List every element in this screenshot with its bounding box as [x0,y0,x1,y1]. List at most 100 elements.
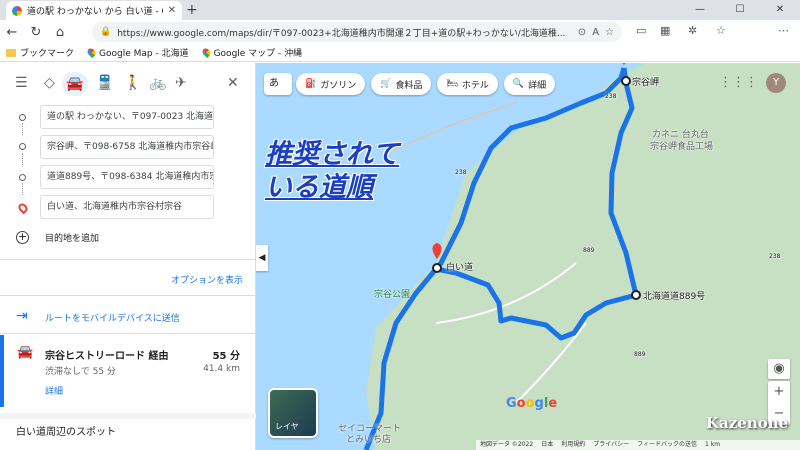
options-link[interactable]: オプションを表示 [171,273,243,286]
label-road-889[interactable]: 北海道道889号 [643,289,705,302]
stop-input-1[interactable]: 道の駅 わっかない、〒097-0023 北海道稚内 [40,105,214,129]
chip-label: ホテル [461,80,489,91]
best-route-icon[interactable]: ◇ [44,75,55,91]
add-destination-icon[interactable]: + [16,231,29,244]
divider [0,259,256,260]
map-canvas[interactable]: あ ⛽ ガソリン 🛒 食料品 🛏 ホテル 🔍 詳細 ⋮⋮⋮ Y ◀ 推奨されて いる道順… [256,63,800,450]
category-chips: ⛽ ガソリン 🛒 食料品 🛏 ホテル 🔍 詳細 [296,73,556,95]
chip-label: 食料品 [395,80,423,91]
map-graphic [363,63,800,450]
bike-mode-icon[interactable]: 🚲 [149,75,166,91]
bookmark-folder[interactable]: ブックマーク [6,46,74,59]
tab-bar: 道の駅 わっかない から 白い道 - Goo ✕ + — ☐ ✕ [0,0,800,20]
chip-gas[interactable]: ⛽ ガソリン [296,73,366,95]
favorites-bar-icon[interactable]: ☆ [716,24,726,37]
layers-label: レイヤ [275,422,299,431]
overlay-line-2: いる道順 [265,172,373,203]
maps-pin-icon [85,46,98,59]
new-tab-button[interactable]: + [186,2,198,18]
watermark: Kazenone [706,414,789,432]
waypoint-icon[interactable] [631,290,641,300]
fuel-icon: ⛽ [305,79,317,89]
road-number-889: 889 [634,351,646,358]
search-icon: 🔍 [512,79,525,89]
maps-favicon-icon [12,5,22,16]
puzzle-icon[interactable]: ✲ [688,24,697,37]
stop-dot-icon [19,143,26,150]
road-number-889: 889 [583,247,595,254]
bookmark-label: ブックマーク [20,49,75,59]
send-to-device-link[interactable]: ルートをモバイルデバイスに送信 [45,311,180,324]
divider [0,333,256,334]
route-option[interactable]: 🚘 宗谷ヒストリーロード 経由 55 分 渋滞なしで 55 分 41.4 km … [0,335,256,407]
window-controls: — ☐ ✕ [680,0,800,20]
extension-icon[interactable]: ▦ [660,24,670,37]
nearby-spots-heading[interactable]: 白い道周辺のスポット [16,423,116,438]
road-number-238: 238 [769,253,781,260]
menu-icon[interactable]: ☰ [15,75,28,91]
minimize-icon[interactable]: — [680,0,720,20]
maximize-icon[interactable]: ☐ [720,0,760,20]
read-aloud-icon[interactable]: A [592,27,599,38]
collapse-panel-button[interactable]: ◀ [256,245,268,271]
bookmark-map-okinawa[interactable]: Google マップ - 沖縄 [200,46,302,59]
url-text[interactable]: https://www.google.com/maps/dir/〒097-002… [117,26,572,39]
chip-hotel[interactable]: 🛏 ホテル [437,73,498,95]
label-kaneni-factory[interactable]: 宗谷岬食品工場 [650,139,713,152]
waypoint-icon[interactable] [621,76,631,86]
destination-pin-icon [16,201,30,215]
transit-mode-icon[interactable]: 🚆 [96,75,113,91]
location-icon[interactable]: ⊙ [578,27,586,38]
layers-button[interactable]: レイヤ [268,388,318,438]
more-menu-icon[interactable]: ⋯ [778,24,789,37]
refresh-icon[interactable]: ↻ [24,25,48,40]
language-button[interactable]: あ [264,73,292,95]
folder-icon [6,48,16,57]
footer-privacy[interactable]: プライバシー [593,440,629,450]
waypoint-icon[interactable] [432,263,442,273]
favorite-icon[interactable]: ☆ [605,27,614,38]
footer-terms[interactable]: 利用規約 [561,440,585,450]
route-details-link[interactable]: 詳細 [45,384,63,397]
account-avatar[interactable]: Y [766,73,786,93]
add-destination-button[interactable]: 目的地を追加 [45,231,99,244]
travel-modes: ☰ ◇ 🚘 🚆 🚶 🚲 ✈ ✕ [0,69,256,99]
label-seicomart-store[interactable]: とみいち店 [346,432,391,445]
car-mode-icon[interactable]: 🚘 [62,72,88,96]
chip-grocery[interactable]: 🛒 食料品 [371,73,432,95]
bookmark-map-hokkaido[interactable]: Google Map - 北海道 [85,46,189,59]
apps-grid-icon[interactable]: ⋮⋮⋮ [719,75,758,90]
label-soya-park[interactable]: 宗谷公園 [374,287,410,300]
tab-title: 道の駅 わっかない から 白い道 - Goo [27,7,163,17]
road-number-238: 238 [605,93,617,100]
stop-dot-icon [19,114,26,121]
tab-close-icon[interactable]: ✕ [168,5,176,16]
stop-input-4[interactable]: 白い道、北海道稚内市宗谷村宗谷 [40,195,214,219]
stop-input-2[interactable]: 宗谷岬、〒098-6758 北海道稚内市宗谷岬 [40,135,214,159]
my-location-button[interactable]: ◉ [768,359,790,379]
google-logo: Google [506,396,558,411]
back-icon[interactable]: ← [0,25,24,40]
footer-feedback[interactable]: フィードバックの送信 [637,440,697,450]
zoom-in-button[interactable]: + [768,381,790,403]
flight-mode-icon[interactable]: ✈ [175,75,187,91]
walk-mode-icon[interactable]: 🚶 [124,75,141,91]
scale-bar[interactable]: 1 km [705,440,720,450]
route-dots [22,153,23,165]
chip-more[interactable]: 🔍 詳細 [503,73,556,95]
label-soya-misaki[interactable]: 宗谷岬 [632,75,659,88]
home-icon[interactable]: ⌂ [48,25,72,40]
route-time: 55 分 [212,351,240,362]
omnibox[interactable]: 🔒 https://www.google.com/maps/dir/〒097-0… [92,22,622,42]
tab-maps[interactable]: 道の駅 わっかない から 白い道 - Goo ✕ [6,1,182,20]
collections-icon[interactable]: ▭ [636,24,646,37]
stop-input-3[interactable]: 道道889号、〒098-6384 北海道稚内市宗谷 [40,165,214,189]
close-window-icon[interactable]: ✕ [760,0,800,20]
route-traffic: 渋滞なしで 55 分 [45,367,116,377]
close-directions-icon[interactable]: ✕ [227,75,239,91]
footer-country[interactable]: 日本 [541,440,553,450]
send-to-device-icon: ⇥ [16,308,28,324]
label-shiroi-michi[interactable]: 白い道 [446,260,473,273]
overlay-caption: 推奨されて いる道順 [265,138,399,204]
address-bar: ← ↻ ⌂ 🔒 https://www.google.com/maps/dir/… [0,20,800,59]
